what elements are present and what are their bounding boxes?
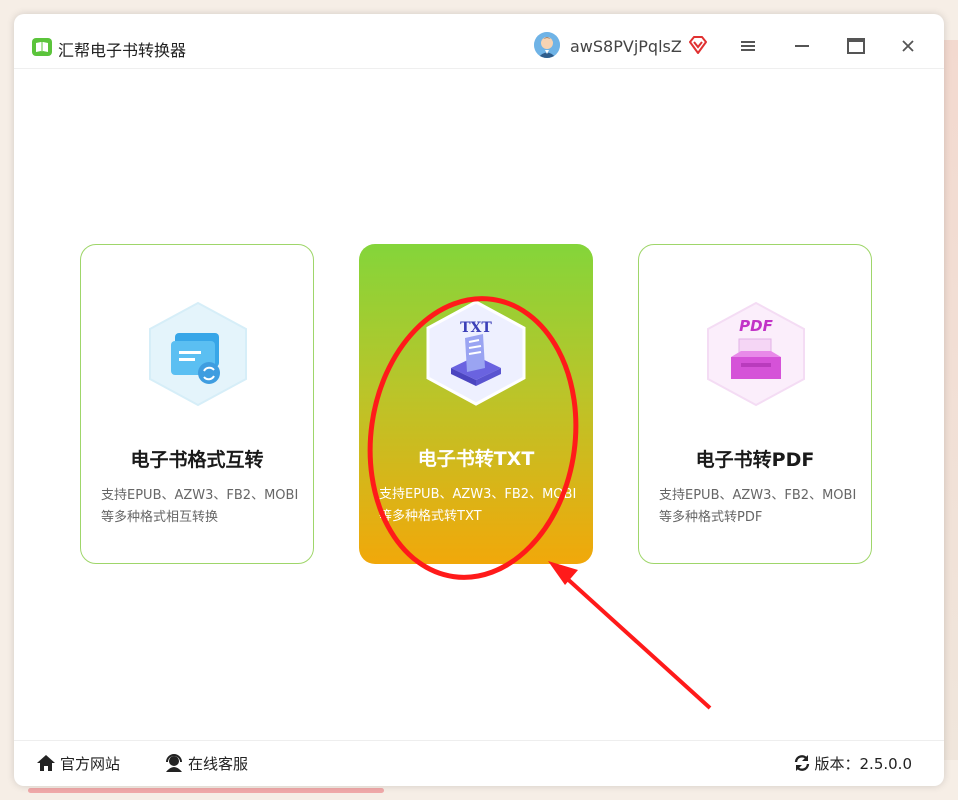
card-format-convert[interactable]: 电子书格式互转 支持EPUB、AZW3、FB2、MOBI 等多种格式相互转换 bbox=[80, 244, 314, 564]
close-button[interactable] bbox=[896, 34, 920, 58]
card-description: 支持EPUB、AZW3、FB2、MOBI 等多种格式转TXT bbox=[379, 487, 577, 524]
app-window: 汇帮电子书转换器 awS8PVjPqlsZ 电子书格式互转 支持EPUB、AZW… bbox=[14, 14, 944, 786]
card-to-pdf[interactable]: PDF 电子书转PDF 支持EPUB、AZW3、FB2、MOBI 等多种格式转P… bbox=[638, 244, 872, 564]
official-website-link[interactable]: 官方网站 bbox=[36, 753, 120, 774]
footer: 官方网站 在线客服 版本：2.5.0.0 bbox=[14, 740, 944, 786]
maximize-icon bbox=[847, 38, 865, 54]
background-bar bbox=[28, 788, 384, 793]
format-convert-icon bbox=[143, 299, 253, 409]
hamburger-icon bbox=[741, 41, 755, 51]
minimize-button[interactable] bbox=[790, 34, 814, 58]
svg-text:TXT: TXT bbox=[460, 320, 492, 336]
card-title: 电子书格式互转 bbox=[130, 449, 264, 471]
close-icon bbox=[902, 40, 914, 52]
headset-icon bbox=[166, 754, 182, 772]
txt-file-icon: TXT bbox=[421, 298, 531, 408]
home-icon bbox=[37, 755, 55, 771]
menu-button[interactable] bbox=[736, 34, 760, 58]
vip-diamond-icon[interactable] bbox=[688, 36, 708, 58]
online-support-link[interactable]: 在线客服 bbox=[164, 753, 248, 774]
card-to-txt[interactable]: TXT 电子书转TXT 支持EPUB、AZW3、FB2、MOBI 等多种格式转T… bbox=[359, 244, 593, 564]
app-title: 汇帮电子书转换器 bbox=[58, 41, 187, 60]
card-title: 电子书转PDF bbox=[695, 449, 815, 471]
card-description: 支持EPUB、AZW3、FB2、MOBI 等多种格式相互转换 bbox=[101, 488, 299, 525]
book-icon bbox=[32, 38, 52, 56]
minimize-icon bbox=[795, 45, 809, 47]
card-description: 支持EPUB、AZW3、FB2、MOBI 等多种格式转PDF bbox=[659, 488, 857, 525]
maximize-button[interactable] bbox=[844, 34, 868, 58]
background-strip bbox=[942, 40, 958, 760]
version-info: 版本：2.5.0.0 bbox=[793, 753, 912, 774]
username[interactable]: awS8PVjPqlsZ bbox=[570, 37, 682, 56]
title-bar: 汇帮电子书转换器 awS8PVjPqlsZ bbox=[14, 14, 944, 69]
card-title: 电子书转TXT bbox=[417, 448, 535, 470]
svg-text:PDF: PDF bbox=[739, 317, 773, 335]
refresh-icon bbox=[794, 755, 809, 771]
pdf-file-icon: PDF bbox=[701, 299, 811, 409]
user-avatar[interactable] bbox=[534, 32, 560, 58]
